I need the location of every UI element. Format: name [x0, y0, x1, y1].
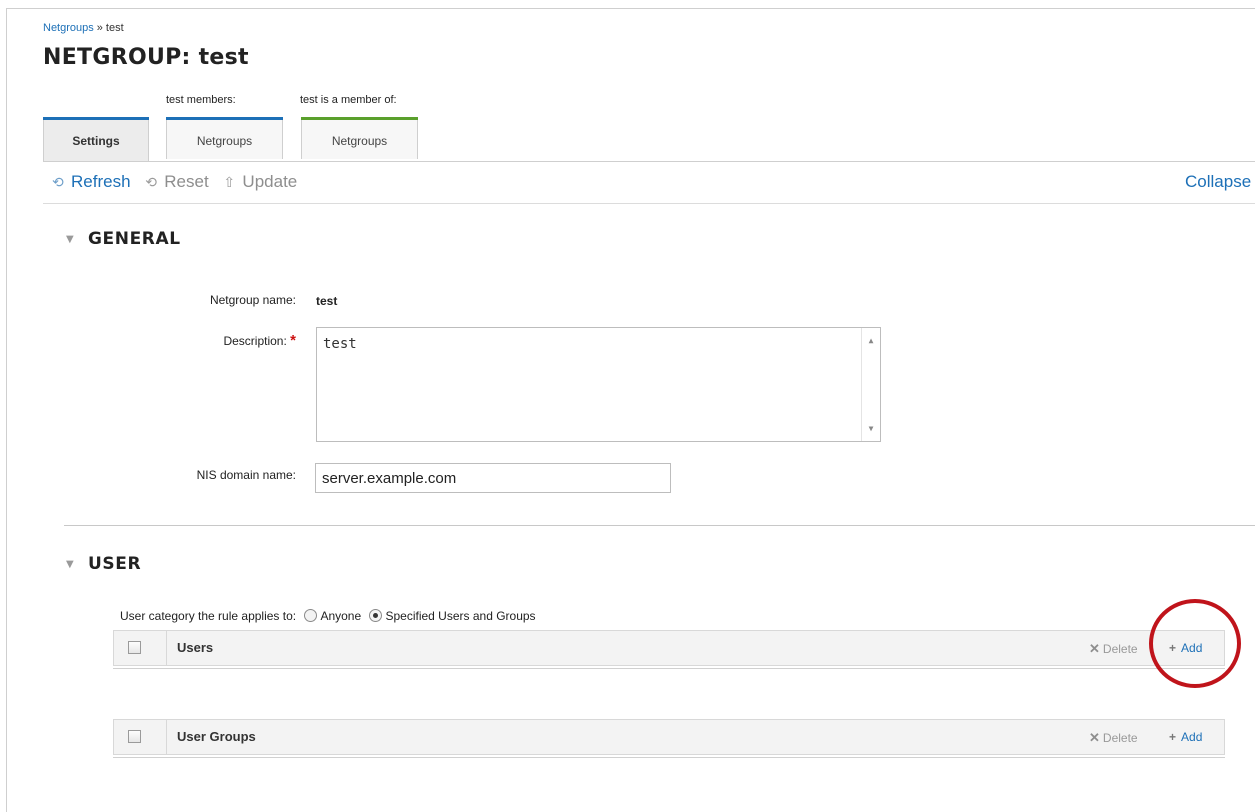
user-category-row: User category the rule applies to: Anyon…: [120, 609, 536, 623]
reset-button[interactable]: ⟲ Reset: [145, 172, 208, 192]
description-textarea[interactable]: test ▲ ▼: [316, 327, 881, 442]
update-button[interactable]: ⇧ Update: [223, 172, 297, 192]
collapse-all-link[interactable]: Collapse: [1185, 172, 1251, 192]
user-groups-add-button[interactable]: + Add: [1169, 730, 1202, 744]
breadcrumb-current: test: [105, 22, 124, 34]
tab-members-netgroups-label: Netgroups: [196, 134, 253, 148]
users-table-header: Users ✕ Delete + Add: [113, 630, 1225, 666]
section-divider: [64, 525, 1255, 526]
breadcrumb-separator: »: [96, 22, 103, 34]
users-select-all-checkbox[interactable]: [128, 641, 141, 654]
refresh-label: Refresh: [71, 172, 131, 191]
tab-member-of-color-bar: [301, 117, 418, 120]
user-groups-table-header: User Groups ✕ Delete + Add: [113, 719, 1225, 755]
add-plus-icon: +: [1169, 641, 1177, 655]
users-add-button[interactable]: + Add: [1169, 641, 1202, 655]
user-groups-table-title: User Groups: [177, 729, 256, 744]
users-add-label: Add: [1181, 641, 1203, 655]
toolbar: ⟲ Refresh ⟲ Reset ⇧ Update: [52, 172, 307, 192]
page-title: NETGROUP: test: [43, 45, 249, 70]
user-section-header[interactable]: ▼ USER: [66, 554, 141, 574]
page-title-kind: NETGROUP:: [43, 45, 191, 70]
general-section-header[interactable]: ▼ GENERAL: [66, 229, 181, 249]
delete-x-icon: ✕: [1089, 730, 1100, 745]
tab-members-netgroups[interactable]: Netgroups: [166, 117, 283, 159]
radio-specified-users-groups[interactable]: [369, 609, 383, 622]
radio-specified-label[interactable]: Specified Users and Groups: [385, 609, 535, 623]
tab-settings-color-bar: [43, 117, 149, 120]
tab-caption-member-of: test is a member of:: [300, 94, 397, 106]
users-table-footer-line: [113, 668, 1225, 669]
user-section-title: USER: [88, 554, 142, 574]
toolbar-divider: [43, 203, 1255, 204]
reset-label: Reset: [164, 172, 209, 191]
radio-anyone[interactable]: [304, 609, 318, 622]
description-scrollbar[interactable]: ▲ ▼: [861, 328, 880, 441]
breadcrumb-netgroups-link[interactable]: Netgroups: [43, 22, 94, 34]
nis-domain-input[interactable]: server.example.com: [315, 463, 671, 493]
radio-anyone-label[interactable]: Anyone: [320, 609, 361, 623]
user-groups-select-all-cell: [114, 720, 167, 754]
tab-settings-label: Settings: [72, 134, 120, 148]
update-label: Update: [242, 172, 298, 191]
general-section-title: GENERAL: [88, 229, 181, 249]
user-groups-delete-button[interactable]: ✕ Delete: [1089, 730, 1138, 746]
description-value: test: [323, 336, 357, 352]
update-arrow-icon: ⇧: [223, 174, 236, 190]
user-category-label: User category the rule applies to:: [120, 609, 297, 623]
collapse-triangle-icon: ▼: [66, 558, 75, 570]
scroll-down-arrow-icon[interactable]: ▼: [862, 424, 880, 433]
breadcrumb: Netgroups» test: [43, 22, 124, 34]
refresh-button[interactable]: ⟲ Refresh: [52, 172, 131, 192]
users-select-all-cell: [114, 631, 167, 665]
netgroup-name-value: test: [316, 294, 338, 308]
page-title-name: test: [198, 45, 249, 70]
tab-members-color-bar: [166, 117, 283, 120]
collapse-triangle-icon: ▼: [66, 233, 75, 245]
tab-divider: [43, 161, 1255, 162]
nis-domain-label: NIS domain name:: [196, 468, 296, 482]
user-groups-table-footer-line: [113, 757, 1225, 758]
refresh-icon: ⟲: [52, 174, 64, 190]
description-label: Description: *: [96, 332, 296, 349]
tab-member-of-netgroups-label: Netgroups: [331, 134, 388, 148]
users-delete-button[interactable]: ✕ Delete: [1089, 641, 1138, 657]
tab-caption-members: test members:: [166, 94, 236, 106]
scroll-up-arrow-icon[interactable]: ▲: [862, 336, 880, 345]
users-table-title: Users: [177, 640, 214, 655]
users-delete-label: Delete: [1102, 642, 1138, 656]
user-groups-delete-label: Delete: [1102, 731, 1138, 745]
delete-x-icon: ✕: [1089, 641, 1100, 656]
tab-member-of-netgroups[interactable]: Netgroups: [301, 117, 418, 159]
user-groups-add-label: Add: [1181, 730, 1203, 744]
netgroup-name-label: Netgroup name:: [209, 293, 296, 307]
reset-icon: ⟲: [145, 174, 157, 190]
user-groups-select-all-checkbox[interactable]: [128, 730, 141, 743]
description-label-text: Description:: [223, 334, 287, 348]
tab-settings[interactable]: Settings: [43, 117, 149, 162]
required-marker: *: [290, 332, 296, 349]
add-plus-icon: +: [1169, 730, 1177, 744]
